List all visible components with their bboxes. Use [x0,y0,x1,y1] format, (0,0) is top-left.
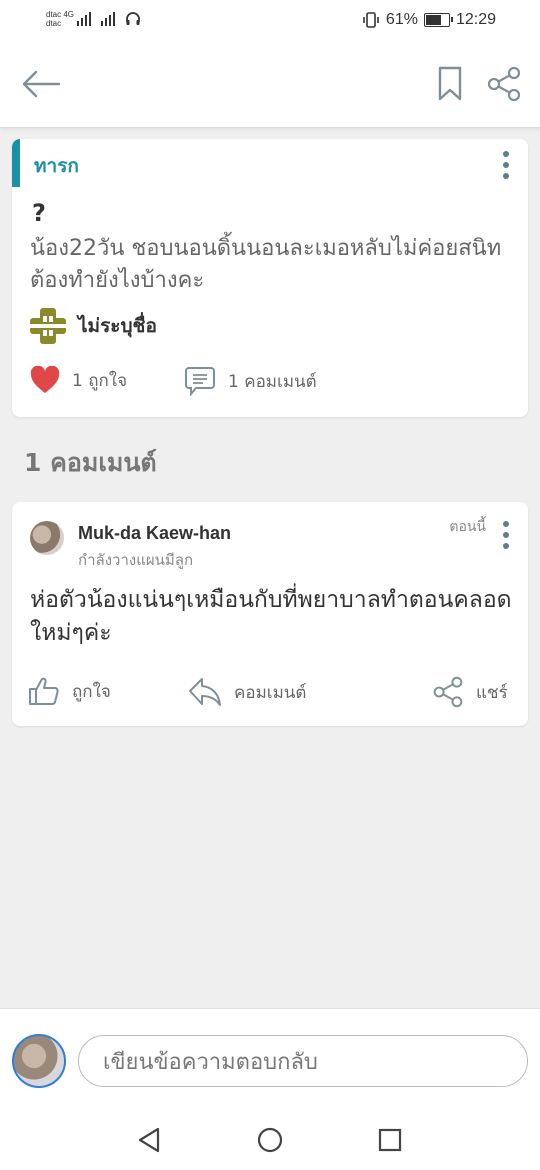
arrow-left-icon [22,70,61,98]
comment-body: ห่อตัวน้องแน่นๆเหมือนกับที่พยาบาลทำตอนคล… [30,587,512,646]
share-button[interactable] [482,64,526,104]
comment-reply-button[interactable]: คอมเมนต์ [188,676,306,708]
carrier-2: dtac [46,19,62,28]
signal-2-icon [101,12,116,26]
nav-home-button[interactable] [247,1122,293,1158]
heart-icon [30,366,60,393]
commenter-status: กำลังวางแผนมีลูก [78,551,194,569]
comments-heading: 1 คอมเมนต์ [24,448,157,477]
commenter-avatar[interactable] [30,521,64,555]
commenter-name[interactable]: Muk-da Kaew-han [78,523,231,544]
thumbs-up-icon [29,677,59,705]
question-card: ทารก ? น้อง22วัน ชอบนอนดิ้นนอนละเมอหลับไ… [12,139,528,417]
like-count: 1 ถูกใจ [72,370,128,391]
headset-icon [126,12,140,25]
comment-like-button[interactable]: ถูกใจ [28,676,111,706]
user-avatar[interactable] [12,1034,66,1088]
comment-share-button[interactable]: แชร์ [432,676,508,708]
post-more-menu-icon[interactable] [502,151,510,179]
battery-icon [423,13,453,27]
comment-count: 1 คอมเมนต์ [228,371,317,392]
carrier-labels: dtac 4G dtac [46,10,74,28]
system-nav-bar [0,1110,540,1170]
network-type: 4G [63,10,75,19]
question-body: น้อง22วัน ชอบนอนดิ้นนอนละเมอหลับไม่ค่อยส… [30,236,502,293]
comment-time: ตอนนี้ [449,519,486,535]
comment-reply-label: คอมเมนต์ [234,682,307,703]
post-author[interactable]: ไม่ระบุชื่อ [30,308,157,344]
comment-button[interactable]: 1 คอมเมนต์ [184,366,317,396]
app-bar [0,40,540,128]
category-tag[interactable]: ทารก [34,151,79,181]
status-bar: dtac 4G dtac 61% 12:29 [0,0,540,40]
reply-placeholder: เขียนข้อความตอบกลับ [103,1049,318,1075]
like-button[interactable]: 1 ถูกใจ [30,366,127,394]
status-right: 61% 12:29 [362,11,496,29]
author-name: ไม่ระบุชื่อ [78,315,157,337]
bookmark-button[interactable] [432,64,468,104]
comment-share-label: แชร์ [476,682,508,703]
comment-bubble-icon [185,367,215,396]
comment-actions: ถูกใจ คอมเมนต์ แชร์ [28,674,512,710]
signal-1-icon [77,12,92,26]
circle-home-icon [257,1127,283,1153]
carrier-block: dtac 4G dtac [46,10,92,28]
status-left: dtac 4G dtac [46,10,141,28]
reply-bar: เขียนข้อความตอบกลับ [0,1008,540,1110]
comment-more-menu-icon[interactable] [502,521,510,549]
comment-card: Muk-da Kaew-han กำลังวางแผนมีลูก ตอนนี้ … [12,502,528,726]
reply-input[interactable]: เขียนข้อความตอบกลับ [78,1035,528,1087]
bookmark-icon [438,66,462,101]
anonymous-avatar-icon [30,308,66,344]
vibrate-icon [363,12,379,28]
category-accent-bar [12,139,20,187]
reply-arrow-icon [189,678,221,706]
post-actions: 1 ถูกใจ 1 คอมเมนต์ [30,364,510,400]
carrier-1: dtac [46,10,62,19]
triangle-back-icon [138,1127,160,1153]
share-icon [487,66,521,102]
clock: 12:29 [455,11,496,28]
question-title: ? [32,199,46,227]
comment-like-label: ถูกใจ [72,681,111,702]
nav-recents-button[interactable] [367,1122,413,1158]
battery-percent: 61% [385,11,418,28]
square-recents-icon [378,1128,402,1152]
back-button[interactable] [18,64,64,104]
nav-back-button[interactable] [126,1122,172,1158]
share-icon [433,676,463,708]
